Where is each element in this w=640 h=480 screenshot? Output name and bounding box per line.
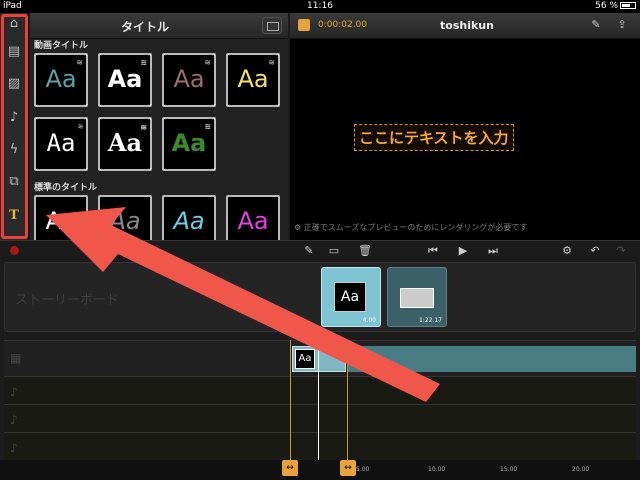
battery-percent: 56 % bbox=[595, 1, 618, 11]
music-note-icon: ♪ bbox=[10, 385, 18, 399]
music-note-icon: ♪ bbox=[10, 413, 18, 427]
timeline-title-clip[interactable]: Aa bbox=[292, 346, 346, 372]
undo-icon[interactable]: ↶ bbox=[588, 243, 602, 259]
audio-track-1: ♪ bbox=[4, 376, 636, 404]
skip-back-icon[interactable]: ⏮ bbox=[424, 243, 442, 259]
timecode: 0:00:02.00 bbox=[318, 20, 368, 30]
clip-duration: 1:22.17 bbox=[418, 317, 442, 324]
motion-titles-row-2: ≋ Aa ≋ Aa ≋ Aa bbox=[34, 117, 288, 181]
title-thumb[interactable]: ≋ Aa bbox=[98, 117, 152, 171]
timeline-toolbar: ✎ ▭ 🗑 ⏮ ▶ ⏭ ⚙ ↶ ↷ bbox=[0, 240, 640, 260]
clock: 11:16 bbox=[307, 1, 333, 11]
battery-indicator: 56 % bbox=[595, 1, 636, 11]
section-standard-titles: 標準のタイトル bbox=[34, 183, 98, 193]
ruler-tick: 5.00 bbox=[356, 466, 370, 473]
video-track: ▦ Aa bbox=[4, 340, 636, 376]
video-track-icon: ▦ bbox=[10, 351, 22, 365]
redo-icon[interactable]: ↷ bbox=[614, 243, 628, 259]
storyboard-title-clip[interactable]: Aa 4.00 bbox=[321, 267, 381, 327]
title-thumb[interactable]: Aa bbox=[226, 195, 280, 240]
ruler-tick: 20.00 bbox=[572, 466, 590, 473]
audio-track-2: ♪ bbox=[4, 404, 636, 432]
title-thumb[interactable]: Aa bbox=[34, 195, 88, 240]
settings-icon[interactable]: ⚙ bbox=[558, 243, 576, 259]
preview-header: 0:00:02.00 toshikun ✎ ⇪ bbox=[290, 13, 640, 39]
title-thumb[interactable]: ≋ Aa bbox=[162, 117, 216, 171]
music-note-icon: ♪ bbox=[10, 441, 18, 455]
film-icon[interactable] bbox=[298, 19, 310, 31]
playhead[interactable] bbox=[318, 340, 319, 462]
record-button[interactable] bbox=[10, 246, 19, 255]
project-name: toshikun bbox=[440, 19, 494, 32]
timeline: ▦ Aa ♪ ♪ ♪ bbox=[4, 340, 636, 460]
storyboard-video-clip[interactable]: 1:22.17 bbox=[387, 267, 447, 327]
panel-title: タイトル bbox=[120, 20, 169, 34]
ruler-tick: 10.00 bbox=[428, 466, 446, 473]
clip-duration: 4.00 bbox=[362, 317, 376, 324]
title-overlay-text[interactable]: ここにテキストを入力 bbox=[354, 124, 514, 151]
motion-titles-row-1: ≋ Aa ≋ Aa ≋ Aa ≋ Aa bbox=[34, 53, 288, 117]
timeline-video-clip[interactable] bbox=[348, 346, 636, 372]
status-bar: iPad 11:16 56 % bbox=[0, 0, 640, 13]
view-toggle-button[interactable] bbox=[262, 17, 282, 34]
clip-start-marker bbox=[290, 340, 291, 462]
standard-titles-row: Aa Aa Aa Aa bbox=[34, 195, 288, 240]
video-thumbnail bbox=[400, 288, 434, 308]
title-thumb[interactable]: ≋ Aa bbox=[34, 53, 88, 107]
wrench-icon[interactable]: ✎ bbox=[302, 243, 316, 259]
title-thumb[interactable]: Aa bbox=[162, 195, 216, 240]
skip-forward-icon[interactable]: ⏭ bbox=[484, 243, 502, 259]
trash-icon[interactable]: 🗑 bbox=[358, 243, 372, 259]
title-thumb[interactable]: ≋ Aa bbox=[162, 53, 216, 107]
storyboard: ストーリーボード Aa 4.00 1:22.17 bbox=[4, 262, 636, 332]
time-ruler[interactable]: 5.00 10.00 15.00 20.00 bbox=[0, 460, 640, 480]
ruler-tick: 15.00 bbox=[500, 466, 518, 473]
trim-handle-left[interactable]: ↔ bbox=[282, 460, 298, 476]
storyboard-label: ストーリーボード bbox=[15, 293, 120, 308]
play-icon[interactable]: ▶ bbox=[456, 243, 470, 259]
titles-panel-header: タイトル bbox=[30, 13, 288, 39]
edit-icon[interactable]: ✎ bbox=[588, 18, 604, 32]
render-note-text: 正確でスムーズなプレビューのためにレンダリングが必要です bbox=[303, 223, 528, 232]
share-icon[interactable]: ⇪ bbox=[614, 18, 630, 32]
battery-icon bbox=[620, 2, 636, 9]
titles-panel: タイトル 動画タイトル ≋ Aa ≋ Aa ≋ Aa ≋ Aa ≋ Aa ≋ Aa ≋ Aa … bbox=[30, 13, 288, 240]
title-clip-label: Aa bbox=[295, 349, 315, 369]
title-clip-thumb: Aa bbox=[334, 282, 366, 312]
title-thumb[interactable]: ≋ Aa bbox=[98, 53, 152, 107]
render-required-note: ⚙ 正確でスムーズなプレビューのためにレンダリングが必要です bbox=[294, 223, 528, 232]
sidebar-highlight-box bbox=[1, 14, 28, 239]
section-motion-titles: 動画タイトル bbox=[34, 41, 89, 51]
trim-handle-right[interactable]: ↔ bbox=[340, 460, 356, 476]
preview-panel: 0:00:02.00 toshikun ✎ ⇪ ここにテキストを入力 ⚙ 正確で… bbox=[290, 13, 640, 240]
clip-end-marker bbox=[347, 340, 348, 462]
title-thumb[interactable]: ≋ Aa bbox=[34, 117, 88, 171]
filmstrip-icon[interactable]: ▭ bbox=[326, 243, 342, 259]
audio-track-3: ♪ bbox=[4, 432, 636, 460]
title-thumb[interactable]: ≋ Aa bbox=[226, 53, 280, 107]
title-thumb[interactable]: Aa bbox=[98, 195, 152, 240]
